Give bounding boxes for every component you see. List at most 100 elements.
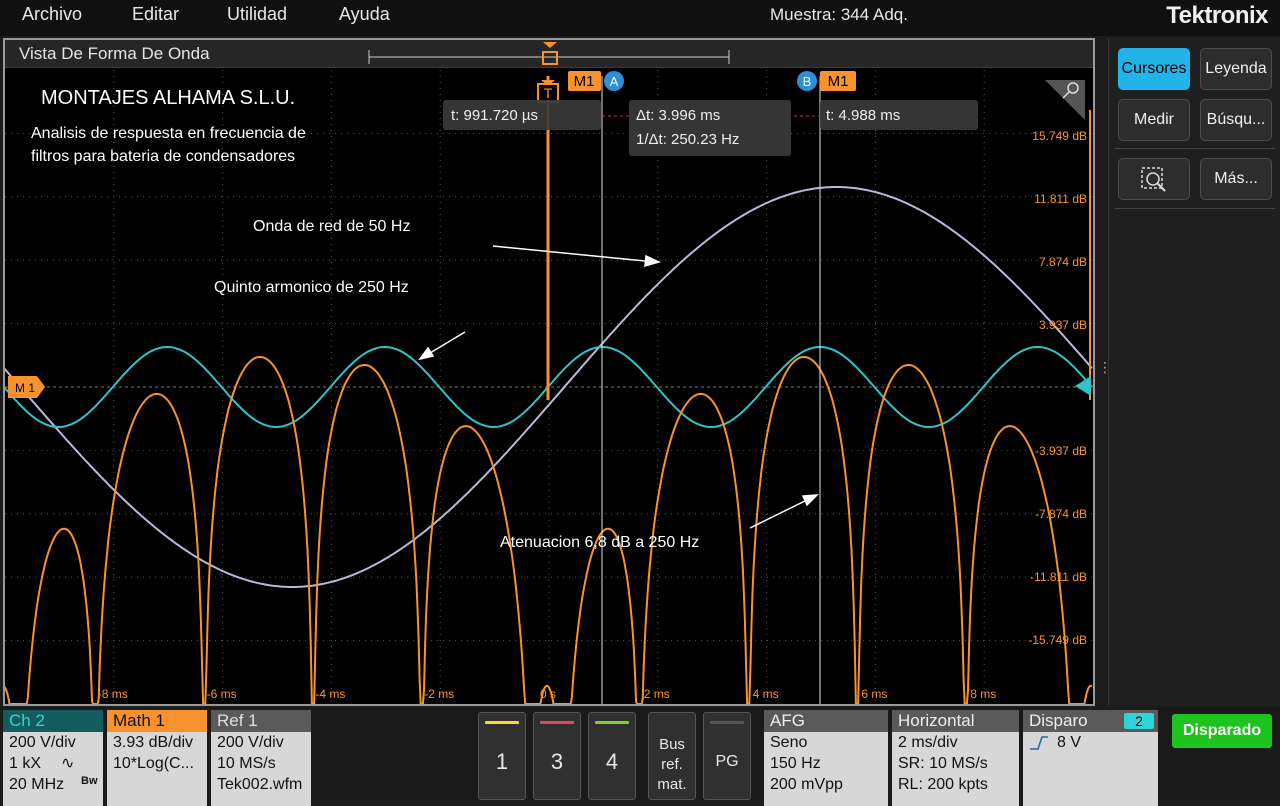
math1-level-label: M 1	[15, 381, 35, 395]
record-overview[interactable]	[368, 42, 730, 65]
trigger-header: Disparo 2	[1023, 710, 1158, 732]
cursor-a-readout-text: t: 991.720 µs	[451, 107, 538, 124]
mas-button[interactable]: Más...	[1200, 158, 1272, 200]
math1-title: Math 1	[107, 710, 207, 732]
trigger-level-line: 8 V	[1023, 732, 1158, 753]
y-tick-label: 11.811 dB	[1034, 192, 1087, 206]
trigger-badge[interactable]: Disparo 2 8 V	[1023, 710, 1158, 806]
bottom-bar: Ch 2 200 V/div 1 kX ∿ 20 MHz Bw Math 1 3…	[0, 708, 1280, 806]
horizontal-badge[interactable]: Horizontal 2 ms/div SR: 10 MS/s RL: 200 …	[892, 710, 1019, 806]
pg-button[interactable]: PG	[703, 712, 751, 800]
y-tick-label: -15.749 dB	[1028, 633, 1087, 647]
horizontal-scale: 2 ms/div	[898, 734, 958, 751]
busqueda-button[interactable]: Búsqu...	[1200, 99, 1272, 141]
ch2-bandwidth-line: 20 MHz Bw	[3, 774, 103, 795]
medir-button[interactable]: Medir	[1118, 99, 1190, 141]
math1-badge[interactable]: Math 1 3.93 dB/div 10*Log(C...	[107, 710, 207, 806]
mat-label: mat.	[657, 776, 687, 793]
waveform-canvas[interactable]: T M1 A B M1 t: 991.720 µs Δt: 3.996 ms 1…	[5, 40, 1093, 704]
bus-label: Bus	[659, 736, 685, 753]
x-tick-label: 6 ms	[861, 687, 887, 701]
panel-divider	[1115, 208, 1275, 209]
waveform-view[interactable]: Vista De Forma De Onda T M1 A B M1 t: 99…	[3, 38, 1095, 706]
annotation-attenuation: Atenuacion 6,8 dB a 250 Hz	[500, 534, 699, 551]
ref1-scale: 200 V/div	[217, 734, 284, 751]
ch2-level-marker[interactable]	[1075, 376, 1091, 396]
afg-title: AFG	[764, 710, 888, 732]
cursor-delta-readout: Δt: 3.996 ms 1/Δt: 250.23 Hz	[629, 100, 791, 156]
cursores-button[interactable]: Cursores	[1118, 48, 1190, 90]
trigger-title: Disparo	[1029, 711, 1088, 730]
bus-ref-math-button[interactable]: Bus ref. mat.	[648, 712, 696, 800]
cursor-a-header[interactable]: M1 A	[568, 71, 624, 91]
menu-editar[interactable]: Editar	[132, 4, 179, 25]
pg-color	[710, 721, 744, 724]
y-axis-labels: 15.749 dB 11.811 dB 7.874 dB 3.937 dB -3.937…	[1028, 129, 1087, 647]
bus-ref-math-label: Bus ref. mat.	[649, 735, 695, 795]
trigger-source: 2	[1124, 713, 1154, 729]
inv-delta-t-text: 1/Δt: 250.23 Hz	[636, 131, 739, 148]
zoom-button[interactable]	[1118, 158, 1190, 200]
ref1-title: Ref 1	[211, 710, 311, 732]
afg-amplitude: 200 mVpp	[770, 776, 843, 793]
channel-3-button[interactable]: 3	[533, 712, 581, 800]
cursor-a-readout: t: 991.720 µs	[443, 100, 601, 130]
leyenda-button[interactable]: Leyenda	[1200, 48, 1272, 90]
ch2-scale: 200 V/div	[9, 734, 76, 751]
panel-divider	[1115, 148, 1275, 149]
pg-label: PG	[715, 753, 739, 770]
x-tick-label: -8 ms	[98, 687, 128, 701]
cursor-b-header[interactable]: B M1	[797, 71, 856, 91]
cursor-b-badge: B	[803, 74, 812, 89]
channel-4-color	[595, 721, 629, 724]
x-tick-label: -6 ms	[207, 687, 237, 701]
math1-scale: 3.93 dB/div	[113, 734, 194, 751]
math1-level-marker[interactable]: M 1	[8, 376, 45, 398]
cursor-a-badge: A	[610, 74, 619, 89]
x-tick-label: 8 ms	[970, 687, 996, 701]
ch2-bandwidth: 20 MHz	[9, 776, 65, 793]
x-tick-label: 4 ms	[753, 687, 779, 701]
math1-waveform	[5, 356, 1093, 704]
zoom-icon	[1141, 167, 1166, 192]
y-tick-label: -11.811 dB	[1030, 570, 1087, 584]
afg-badge[interactable]: AFG Seno 150 Hz 200 mVpp	[764, 710, 888, 806]
cursor-a-trace: M1	[574, 73, 595, 90]
panel-resize-handle[interactable]: ⋮	[1098, 360, 1112, 382]
y-tick-label: -3.937 dB	[1035, 444, 1087, 458]
afg-frequency: 150 Hz	[770, 755, 821, 772]
ref1-file: Tek002.wfm	[217, 776, 303, 793]
x-tick-label: 2 ms	[644, 687, 670, 701]
bw-limit-icon: Bw	[81, 775, 98, 787]
menu-bar: Archivo Editar Utilidad Ayuda Muestra: 3…	[0, 0, 1280, 36]
menu-ayuda[interactable]: Ayuda	[339, 4, 390, 25]
annotation-50hz: Onda de red de 50 Hz	[253, 218, 410, 235]
channel-1-button[interactable]: 1	[478, 712, 526, 800]
right-panel: Cursores Leyenda Medir Búsqu... Más...	[1108, 38, 1280, 706]
menu-archivo[interactable]: Archivo	[22, 4, 82, 25]
menu-utilidad[interactable]: Utilidad	[227, 4, 287, 25]
y-tick-label: 7.874 dB	[1039, 255, 1087, 269]
description-line2: filtros para bateria de condensadores	[31, 148, 295, 165]
delta-t-text: Δt: 3.996 ms	[636, 107, 720, 124]
acquisition-status: Muestra: 344 Adq.	[770, 5, 908, 24]
ref-label: ref.	[661, 756, 683, 773]
ch2-badge[interactable]: Ch 2 200 V/div 1 kX ∿ 20 MHz Bw	[3, 710, 103, 806]
x-tick-label: 0 s	[540, 687, 556, 701]
ref1-samplerate: 10 MS/s	[217, 755, 276, 772]
x-tick-label: -4 ms	[315, 687, 345, 701]
channel-4-label: 4	[605, 749, 619, 774]
tektronix-logo: Tektronix	[1166, 2, 1268, 29]
zoom-corner-icon[interactable]	[1045, 80, 1085, 120]
cursor-b-readout-text: t: 4.988 ms	[826, 107, 900, 124]
math1-expression: 10*Log(C...	[113, 755, 194, 772]
ac-coupling-icon: ∿	[61, 755, 75, 772]
horizontal-samplerate: SR: 10 MS/s	[898, 755, 988, 772]
y-tick-label: 15.749 dB	[1032, 129, 1087, 143]
ref1-badge[interactable]: Ref 1 200 V/div 10 MS/s Tek002.wfm	[211, 710, 311, 806]
channel-4-button[interactable]: 4	[588, 712, 636, 800]
trigger-marker[interactable]: T	[537, 80, 559, 103]
annotation-250hz: Quinto armonico de 250 Hz	[214, 279, 409, 296]
cursor-b-trace: M1	[828, 73, 849, 90]
rising-edge-icon	[1030, 736, 1048, 750]
